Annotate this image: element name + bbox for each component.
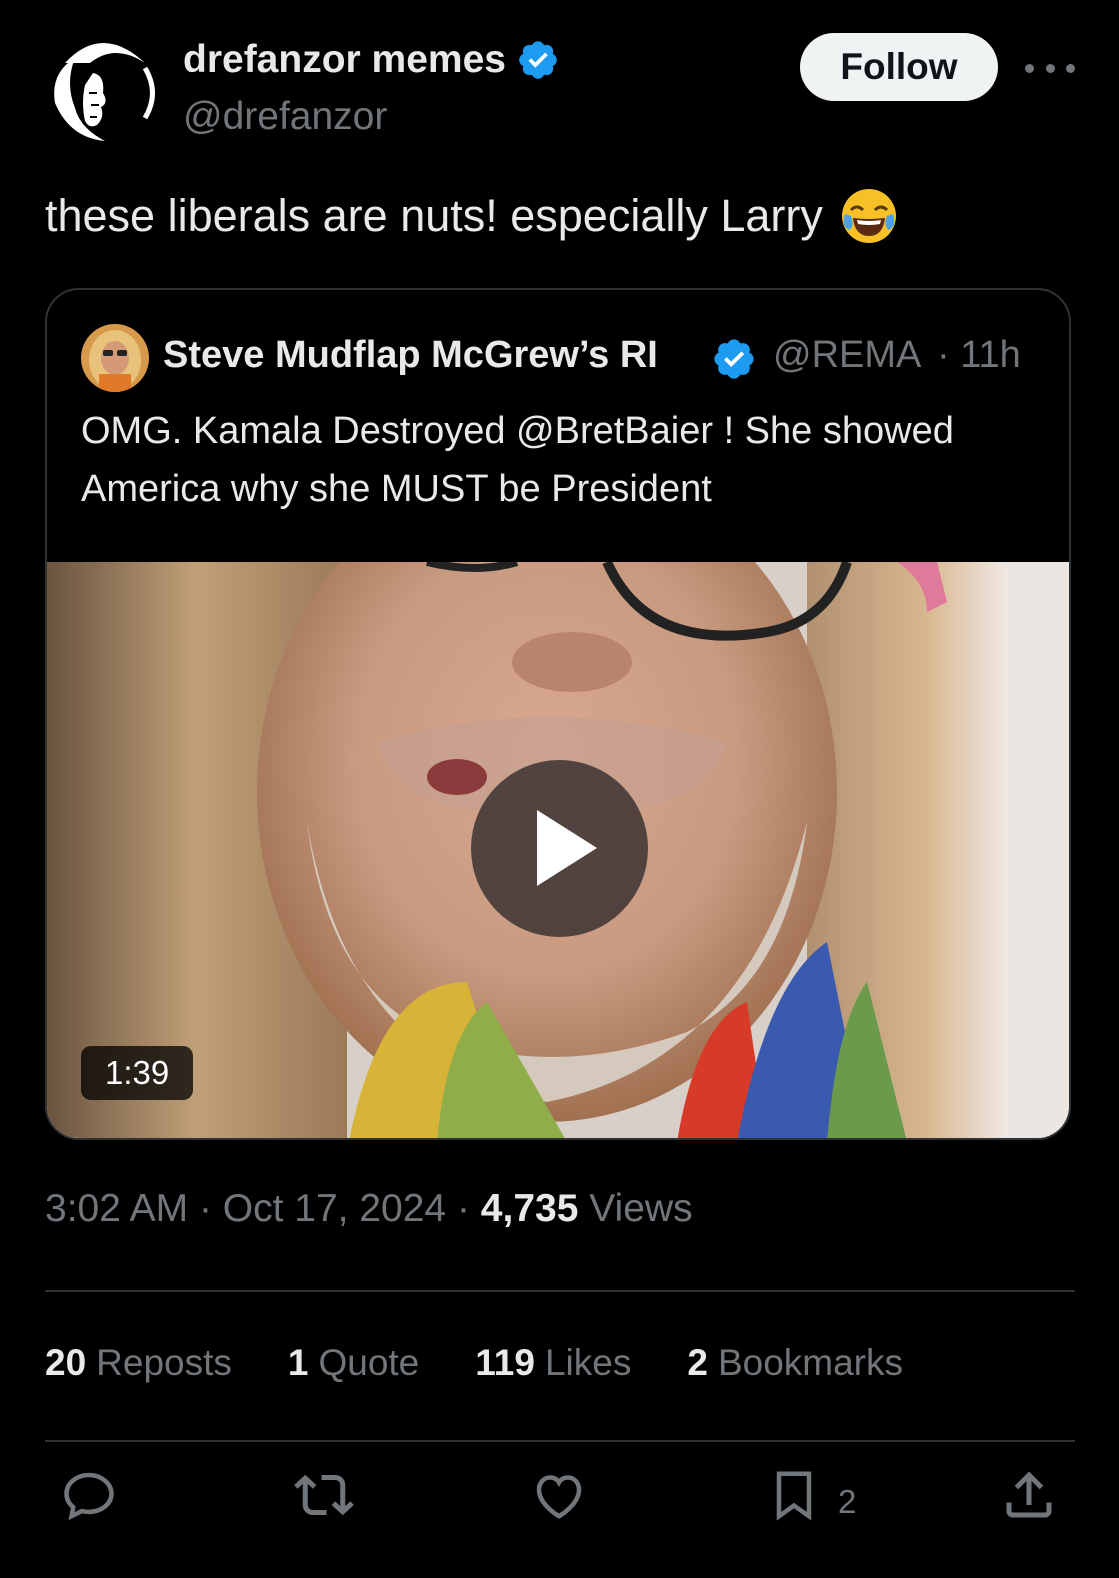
reply-icon[interactable] xyxy=(59,1465,119,1525)
meta-separator: · xyxy=(456,1187,470,1230)
reposts-stat[interactable]: 20 Reposts xyxy=(45,1342,232,1384)
play-icon xyxy=(537,810,597,886)
views-label: Views xyxy=(589,1187,693,1230)
author-handle[interactable]: @drefanzor xyxy=(183,95,387,139)
author-display-name[interactable]: drefanzor memes xyxy=(183,38,506,82)
tweet-meta: 3:02 AM · Oct 17, 2024 · 4,735 Views xyxy=(45,1187,693,1231)
share-icon[interactable] xyxy=(999,1465,1059,1525)
play-button[interactable] xyxy=(471,760,648,937)
more-options-icon[interactable] xyxy=(1025,50,1075,86)
video-duration: 1:39 xyxy=(81,1046,194,1100)
bookmark-icon[interactable] xyxy=(764,1465,824,1525)
quoted-verified-badge-icon xyxy=(711,336,757,387)
quoted-timestamp[interactable]: · 11h xyxy=(937,334,1021,377)
quoted-author-handle[interactable]: @REMA xyxy=(773,334,931,377)
follow-button[interactable]: Follow xyxy=(800,33,998,101)
bookmarks-stat[interactable]: 2 Bookmarks xyxy=(687,1342,903,1384)
laughing-emoji-icon xyxy=(839,186,899,246)
repost-icon[interactable] xyxy=(294,1465,354,1525)
quoted-author-avatar[interactable] xyxy=(81,324,149,392)
divider xyxy=(45,1440,1075,1442)
meta-separator: · xyxy=(198,1187,212,1230)
tweet-date[interactable]: Oct 17, 2024 xyxy=(223,1187,446,1230)
bookmark-count: 2 xyxy=(838,1483,857,1520)
quoted-tweet-card[interactable]: Steve Mudflap McGrew’s RI @REMA · 11h OM… xyxy=(45,288,1071,1140)
verified-badge-icon xyxy=(519,41,557,79)
author-name[interactable]: drefanzor memes xyxy=(183,38,560,82)
engagement-stats: 20 Reposts 1 Quote 119 Likes 2 Bookmarks xyxy=(45,1342,903,1384)
divider xyxy=(45,1290,1075,1292)
tweet-time[interactable]: 3:02 AM xyxy=(45,1187,188,1230)
views-count: 4,735 xyxy=(480,1187,579,1230)
tweet-text: these liberals are nuts! especially Larr… xyxy=(45,186,899,246)
tweet-text-content: these liberals are nuts! especially Larr… xyxy=(45,190,823,241)
quotes-stat[interactable]: 1 Quote xyxy=(288,1342,419,1384)
video-player[interactable]: 1:39 xyxy=(47,562,1069,1138)
quoted-author-name[interactable]: Steve Mudflap McGrew’s RI xyxy=(163,334,711,377)
author-avatar[interactable] xyxy=(45,33,159,147)
quoted-tweet-text: OMG. Kamala Destroyed @BretBaier ! She s… xyxy=(81,410,954,510)
like-icon[interactable] xyxy=(529,1465,589,1525)
likes-stat[interactable]: 119 Likes xyxy=(475,1342,631,1384)
